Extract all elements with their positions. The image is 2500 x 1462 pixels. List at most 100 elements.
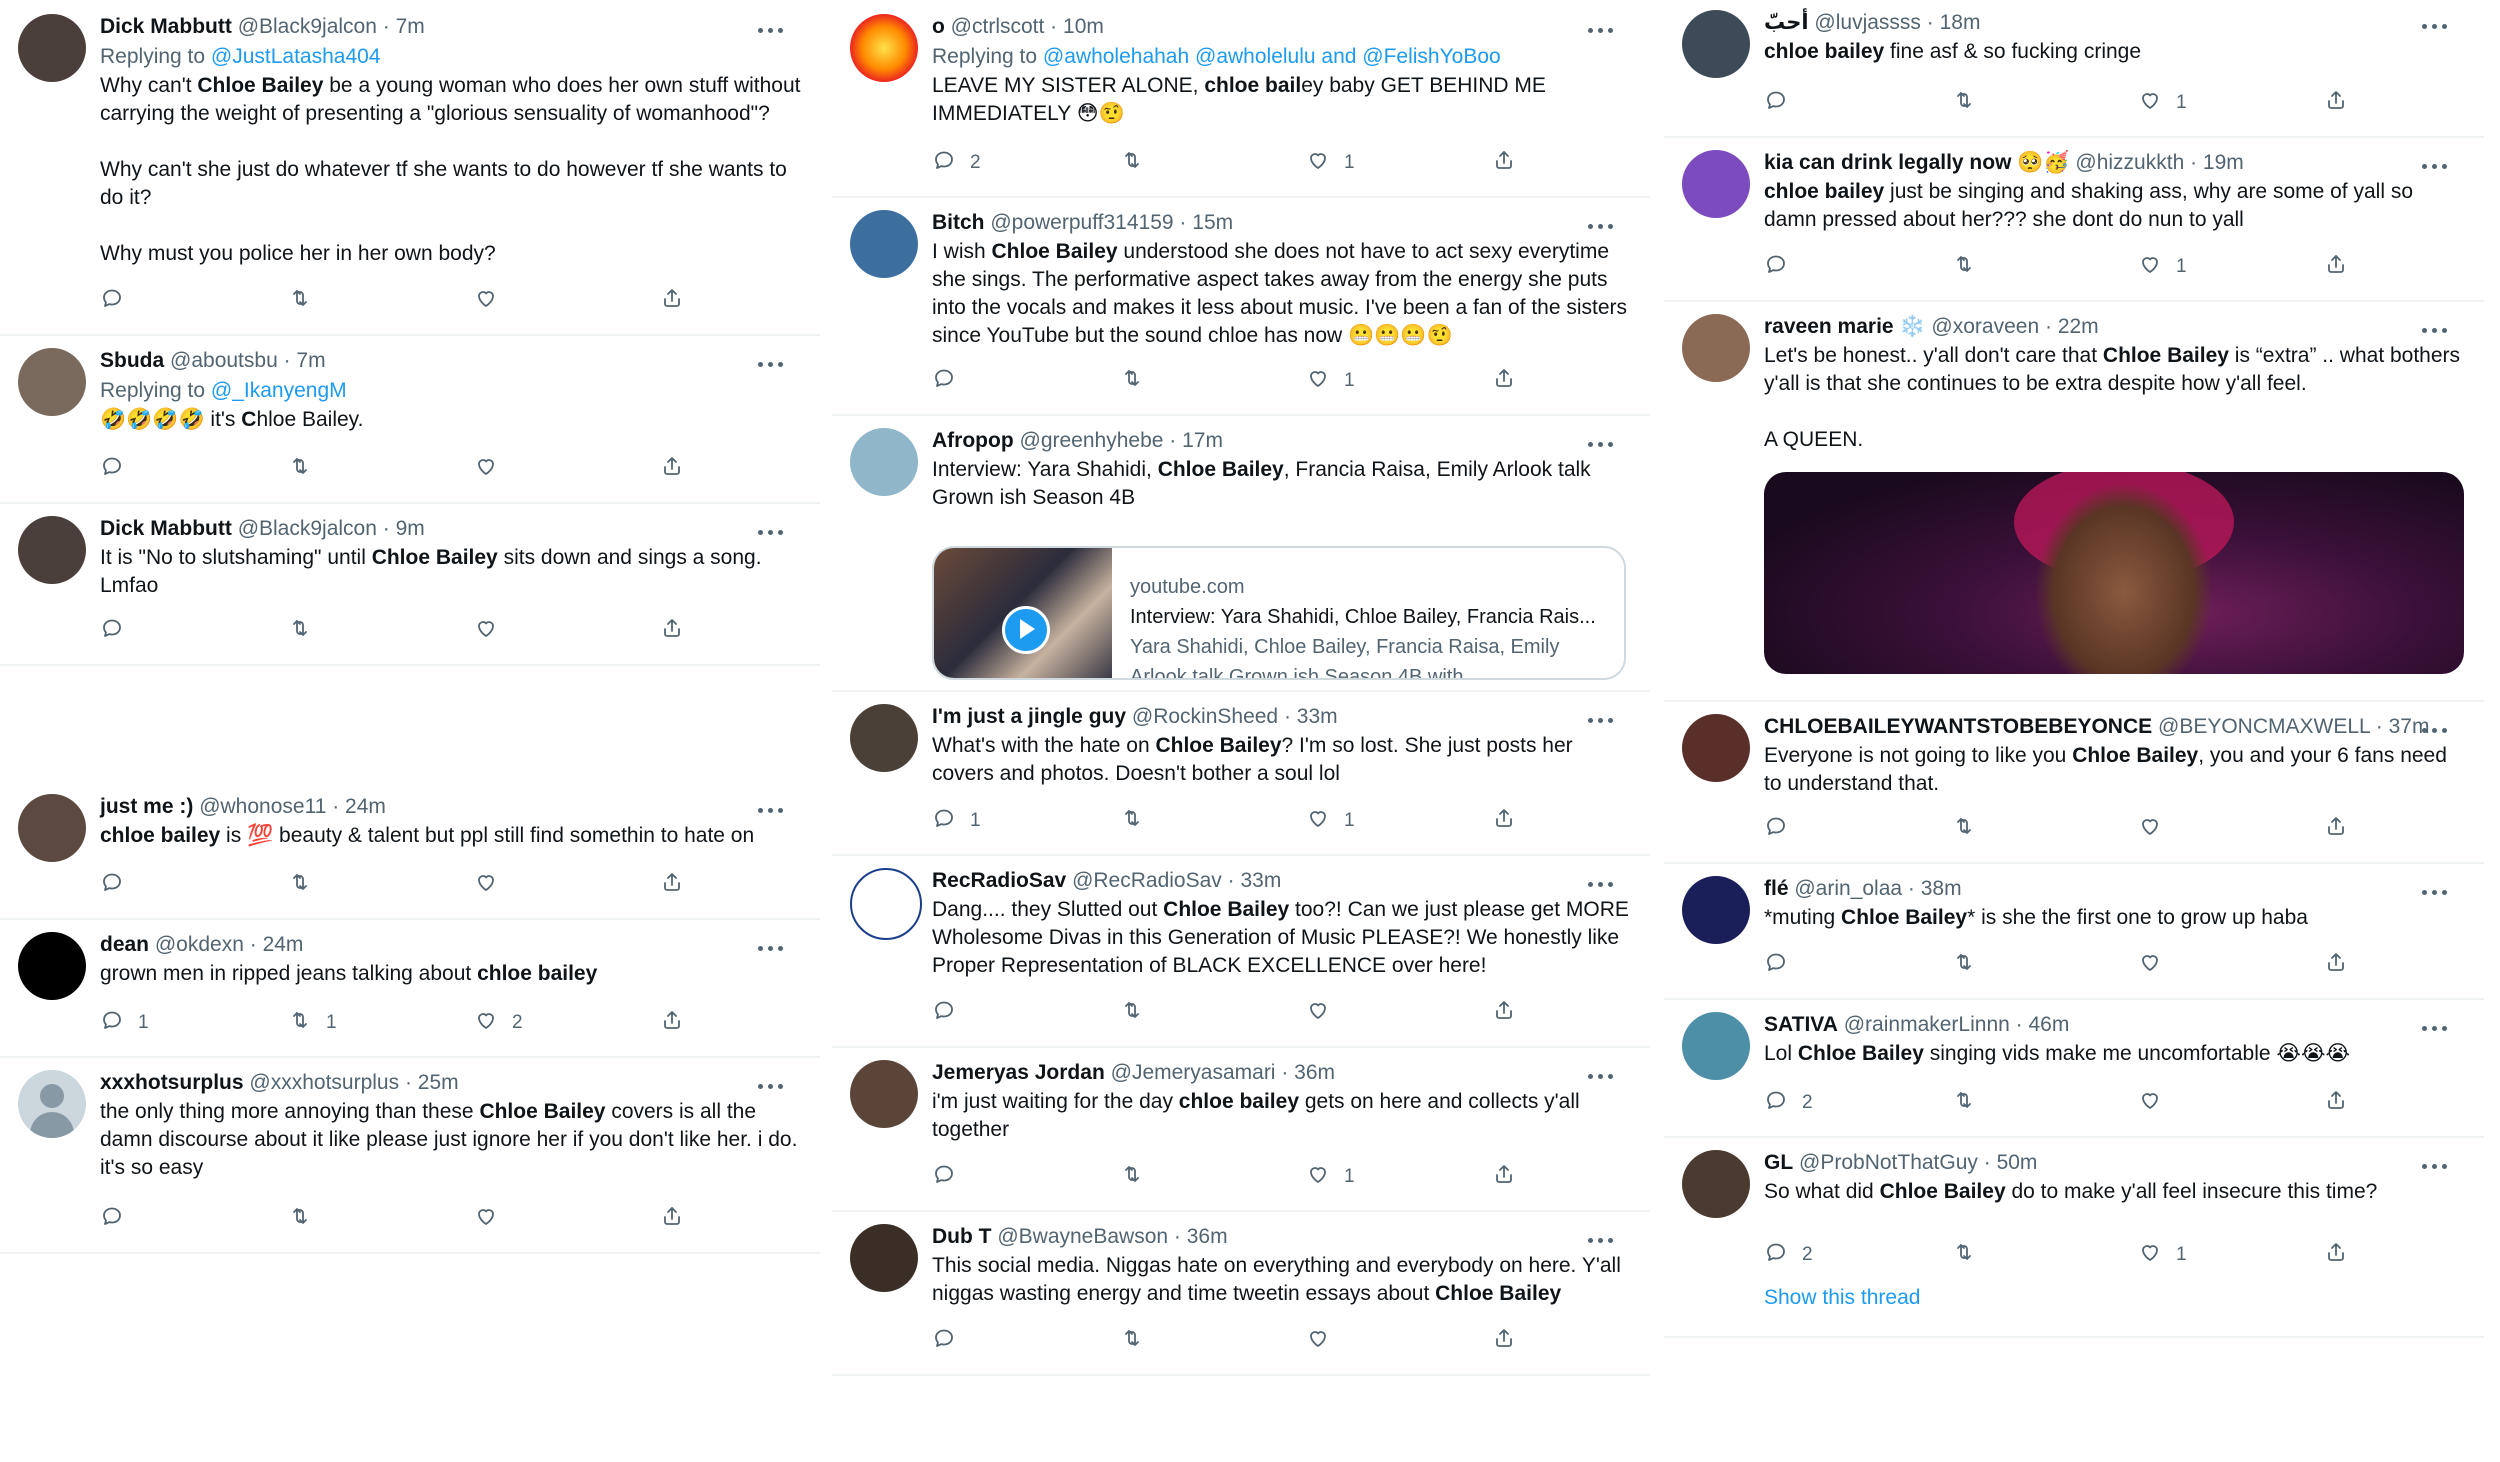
display-name[interactable]: just me :) [100, 795, 193, 818]
like-button[interactable]: 1 [1306, 366, 1355, 396]
tweet[interactable]: Sbuda @aboutsbu · 7m Replying to @_Ikanye… [0, 334, 820, 504]
more-icon[interactable] [2418, 1154, 2452, 1178]
share-button[interactable] [1492, 1162, 1516, 1192]
avatar[interactable] [1682, 1150, 1750, 1218]
share-button[interactable] [660, 286, 684, 316]
timestamp[interactable]: 33m [1240, 869, 1281, 892]
display-name[interactable]: SATIVA [1764, 1013, 1838, 1036]
user-handle[interactable]: @whonose11 [199, 795, 326, 818]
like-button[interactable]: 1 [2138, 1240, 2187, 1270]
user-handle[interactable]: @BwayneBawson [997, 1225, 1168, 1248]
retweet-button[interactable] [288, 1204, 326, 1234]
timestamp[interactable]: 18m [1940, 11, 1981, 34]
display-name[interactable]: Jemeryas Jordan [932, 1061, 1105, 1084]
display-name[interactable]: Sbuda [100, 349, 164, 372]
display-name[interactable]: Bitch [932, 211, 985, 234]
replying-to-link[interactable]: @awholehahah @awholelulu and @FelishYoBo… [1043, 45, 1501, 68]
tweet[interactable]: xxxhotsurplus @xxxhotsurplus · 25m the on… [0, 1056, 820, 1254]
timestamp[interactable]: 19m [2203, 151, 2244, 174]
reply-button[interactable] [100, 616, 138, 646]
show-thread-link[interactable]: Show this thread [1764, 1286, 1920, 1310]
retweet-button[interactable] [288, 616, 326, 646]
more-icon[interactable] [1584, 708, 1618, 732]
avatar[interactable] [1682, 876, 1750, 944]
share-button[interactable] [1492, 148, 1516, 178]
more-icon[interactable] [754, 798, 788, 822]
retweet-button[interactable] [1120, 998, 1158, 1028]
timestamp[interactable]: 7m [396, 15, 425, 38]
more-icon[interactable] [754, 352, 788, 376]
like-button[interactable] [474, 286, 512, 316]
retweet-button[interactable] [1952, 1088, 1990, 1118]
like-button[interactable]: 1 [1306, 148, 1355, 178]
timestamp[interactable]: 50m [1997, 1151, 2038, 1174]
reply-button[interactable] [1764, 950, 1802, 980]
retweet-button[interactable] [1952, 814, 1990, 844]
display-name[interactable]: kia can drink legally now 🥺🥳 [1764, 151, 2070, 174]
avatar[interactable] [1682, 1012, 1750, 1080]
display-name[interactable]: dean [100, 933, 149, 956]
user-handle[interactable]: @luvjassss [1814, 11, 1921, 34]
share-button[interactable] [2324, 814, 2348, 844]
avatar[interactable] [18, 14, 86, 82]
user-handle[interactable]: @BEYONCMAXWELL [2158, 715, 2370, 738]
tweet[interactable]: Dick Mabbutt @Black9jalcon · 9m It is "No… [0, 502, 820, 666]
more-icon[interactable] [2418, 154, 2452, 178]
reply-button[interactable]: 1 [932, 806, 981, 836]
display-name[interactable]: GL [1764, 1151, 1793, 1174]
user-handle[interactable]: @xxxhotsurplus [249, 1071, 399, 1094]
reply-button[interactable]: 2 [1764, 1088, 1813, 1118]
more-icon[interactable] [2418, 880, 2452, 904]
tweet[interactable]: Afropop @greenhyhebe · 17m Interview: Yar… [832, 414, 1650, 692]
display-name[interactable]: Afropop [932, 429, 1014, 452]
display-name[interactable]: Dick Mabbutt [100, 517, 232, 540]
retweet-button[interactable] [1952, 1240, 1990, 1270]
display-name[interactable]: Dub T [932, 1225, 991, 1248]
more-icon[interactable] [754, 936, 788, 960]
more-icon[interactable] [1584, 872, 1618, 896]
more-icon[interactable] [2418, 718, 2452, 742]
retweet-button[interactable] [1120, 148, 1158, 178]
tweet[interactable]: Dick Mabbutt @Black9jalcon · 7m Replying … [0, 0, 820, 336]
avatar[interactable] [18, 794, 86, 862]
avatar[interactable] [18, 516, 86, 584]
avatar[interactable] [850, 704, 918, 772]
share-button[interactable] [660, 1008, 684, 1038]
display-name[interactable]: flé [1764, 877, 1789, 900]
display-name[interactable]: أحبّ [1764, 11, 1809, 34]
user-handle[interactable]: @powerpuff314159 [990, 211, 1173, 234]
tweet-media[interactable] [1764, 472, 2464, 674]
avatar[interactable] [18, 348, 86, 416]
timestamp[interactable]: 17m [1182, 429, 1223, 452]
like-button[interactable] [474, 870, 512, 900]
reply-button[interactable] [1764, 88, 1802, 118]
share-button[interactable] [1492, 806, 1516, 836]
user-handle[interactable]: @ProbNotThatGuy [1799, 1151, 1978, 1174]
avatar[interactable] [1682, 314, 1750, 382]
share-button[interactable] [1492, 1326, 1516, 1356]
more-icon[interactable] [2418, 1016, 2452, 1040]
timestamp[interactable]: 38m [1921, 877, 1962, 900]
reply-button[interactable]: 2 [932, 148, 981, 178]
like-button[interactable] [474, 454, 512, 484]
reply-button[interactable] [932, 366, 970, 396]
user-handle[interactable]: @aboutsbu [170, 349, 278, 372]
avatar[interactable] [850, 1060, 918, 1128]
share-button[interactable] [2324, 1088, 2348, 1118]
timestamp[interactable]: 46m [2028, 1013, 2069, 1036]
retweet-button[interactable] [1120, 1326, 1158, 1356]
tweet[interactable]: Jemeryas Jordan @Jemeryasamari · 36m i'm … [832, 1046, 1650, 1212]
tweet[interactable]: Dub T @BwayneBawson · 36m This social med… [832, 1210, 1650, 1376]
avatar[interactable] [18, 1070, 86, 1138]
retweet-button[interactable] [1120, 366, 1158, 396]
tweet[interactable]: raveen marie ❄️ @xoraveen · 22m Let's be … [1664, 300, 2484, 702]
more-icon[interactable] [2418, 14, 2452, 38]
reply-button[interactable]: 1 [100, 1008, 149, 1038]
tweet[interactable]: I'm just a jingle guy @RockinSheed · 33m… [832, 690, 1650, 856]
reply-button[interactable] [100, 870, 138, 900]
user-handle[interactable]: @okdexn [155, 933, 244, 956]
tweet[interactable]: SATIVA @rainmakerLinnn · 46m Lol Chloe Ba… [1664, 998, 2484, 1138]
user-handle[interactable]: @Black9jalcon [238, 517, 377, 540]
retweet-button[interactable] [1952, 950, 1990, 980]
display-name[interactable]: raveen marie ❄️ [1764, 315, 1926, 338]
